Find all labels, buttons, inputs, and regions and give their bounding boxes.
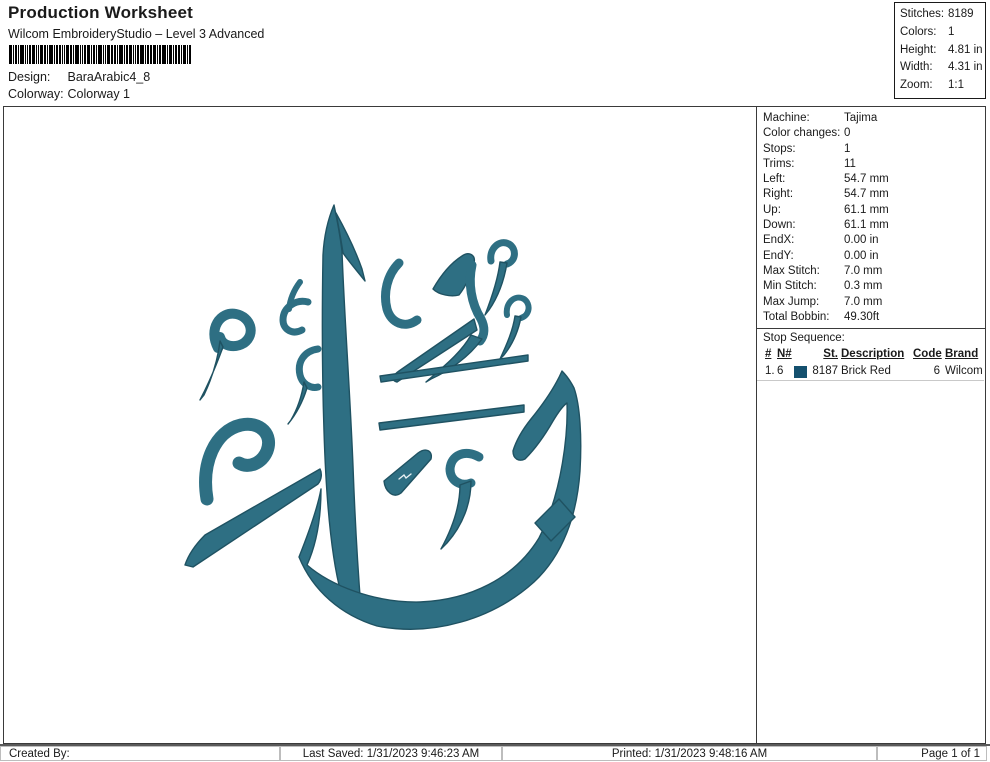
stat-label: Width: (900, 61, 933, 74)
col-number: # (765, 348, 772, 361)
machine-label: Max Stitch: (763, 264, 820, 277)
calligraphy-ain-head (199, 417, 275, 506)
colorway-label: Colorway: (8, 87, 64, 101)
seq-brand: Wilcom (945, 365, 983, 378)
col-needle: N# (777, 348, 792, 361)
calligraphy-kashida-line-2 (378, 404, 525, 431)
design-label: Design: (8, 70, 51, 84)
production-worksheet-page: Production Worksheet Wilcom EmbroiderySt… (0, 0, 990, 762)
machine-value: 7.0 mm (844, 264, 883, 277)
calligraphy-curl-upper-tail (484, 261, 508, 316)
machine-value: 61.1 mm (844, 203, 889, 216)
seq-code: 6 (933, 365, 940, 378)
col-stitches: St. (823, 348, 838, 361)
machine-value: 54.7 mm (844, 188, 889, 201)
stop-sequence-row: 1. 6 8187 Brick Red 6 Wilcom (757, 363, 985, 380)
machine-value: 0.3 mm (844, 280, 883, 293)
machine-label: Color changes: (763, 127, 841, 140)
last-saved-field: Last Saved: 1/31/2023 9:46:23 AM (280, 746, 502, 761)
design-stats-box: Stitches: 8189 Colors: 1 Height: 4.81 in Wi… (894, 2, 986, 99)
calligraphy-hook-tail (440, 480, 472, 550)
col-brand: Brand (945, 348, 979, 361)
calligraphy-hook-head (445, 449, 484, 489)
printed-field: Printed: 1/31/2023 9:48:16 AM (502, 746, 877, 761)
stat-label: Zoom: (900, 79, 933, 92)
calligraphy-hamza-curl (279, 297, 312, 336)
machine-label: Total Bobbin: (763, 310, 830, 323)
calligraphy-crescent-head (295, 345, 322, 391)
stat-value: 4.31 in (948, 61, 983, 74)
stop-sequence-end-line (757, 380, 984, 382)
design-preview-area: Machine: Tajima Color changes: 0 Stops: 1 T… (3, 106, 986, 744)
design-name-row: Design: BaraArabic4_8 (8, 70, 150, 84)
col-code: Code (913, 348, 942, 361)
embroidery-design-preview (184, 204, 582, 630)
stat-label: Colors: (900, 25, 937, 38)
stat-value: 1:1 (948, 79, 964, 92)
stat-value: 8189 (948, 8, 974, 20)
machine-value: 0 (844, 127, 851, 140)
stat-label: Stitches: (900, 8, 945, 20)
machine-value: 54.7 mm (844, 173, 889, 186)
machine-label: Trims: (763, 157, 795, 170)
seq-needle: 6 (777, 365, 784, 378)
machine-label: EndX: (763, 234, 795, 247)
design-barcode (9, 45, 191, 64)
calligraphy-curl-lower (503, 294, 532, 321)
machine-value: 1 (844, 142, 851, 155)
machine-value: 11 (844, 157, 856, 170)
stat-value: 1 (948, 25, 955, 38)
calligraphy-meem-blob (383, 449, 433, 496)
calligraphy-center-curve (381, 258, 422, 329)
machine-label: Right: (763, 188, 794, 201)
machine-label: Min Stitch: (763, 280, 817, 293)
seq-stitches: 8187 (812, 365, 838, 378)
machine-label: Max Jump: (763, 295, 820, 308)
machine-label: Machine: (763, 112, 810, 124)
machine-value: Tajima (844, 112, 878, 124)
machine-info-rows: Machine: Tajima Color changes: 0 Stops: 1 T… (757, 107, 985, 325)
machine-label: Down: (763, 219, 796, 232)
page-title: Production Worksheet (8, 3, 194, 22)
stop-sequence-header: # N# St. Description Code Brand (757, 346, 985, 363)
machine-label: Stops: (763, 142, 796, 155)
design-value: BaraArabic4_8 (67, 70, 151, 84)
stat-label: Height: (900, 43, 937, 56)
col-description: Description (841, 348, 905, 361)
machine-label: EndY: (763, 249, 794, 262)
stat-value: 4.81 in (948, 43, 983, 56)
machine-value: 0.00 in (844, 249, 879, 262)
calligraphy-curl-lower-tail (499, 315, 522, 360)
machine-value: 49.30ft (844, 310, 880, 323)
machine-label: Left: (763, 173, 786, 186)
machine-value: 61.1 mm (844, 219, 889, 232)
calligraphy-topleft-curl-tail (199, 340, 224, 401)
calligraphy-crescent-tail (287, 381, 308, 425)
machine-info-panel: Machine: Tajima Color changes: 0 Stops: 1 T… (756, 107, 985, 743)
page-number-field: Page 1 of 1 (877, 746, 987, 761)
created-by-field: Created By: (0, 746, 280, 761)
seq-number: 1. (765, 365, 775, 378)
software-name: Wilcom EmbroideryStudio – Level 3 Advanc… (8, 27, 265, 41)
seq-description: Brick Red (841, 365, 891, 378)
stop-sequence-title: Stop Sequence: (763, 332, 845, 345)
calligraphy-curl-upper (487, 239, 518, 268)
colorway-row: Colorway: Colorway 1 (8, 87, 130, 101)
footer-bar: Created By: Last Saved: 1/31/2023 9:46:2… (0, 744, 990, 762)
colorway-value: Colorway 1 (67, 87, 131, 101)
machine-value: 7.0 mm (844, 295, 883, 308)
machine-value: 0.00 in (844, 234, 879, 247)
machine-label: Up: (763, 203, 781, 216)
